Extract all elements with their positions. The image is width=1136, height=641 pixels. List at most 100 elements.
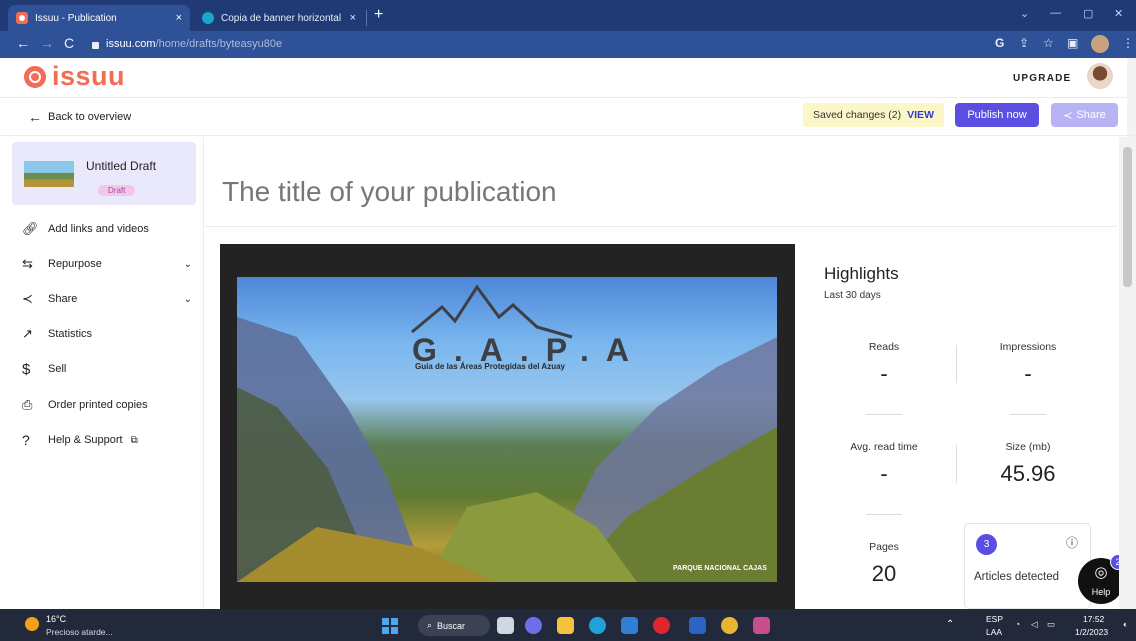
language-primary[interactable]: ESP (986, 614, 1003, 624)
tab-title: Issuu - Publication (35, 12, 117, 24)
browser-tab-strip: Issuu - Publication × Copia de banner ho… (0, 0, 1136, 31)
articles-detected-card[interactable]: 3 ⓘ Articles detected (964, 523, 1091, 609)
logo-text: issuu (52, 61, 126, 91)
mail-icon[interactable] (621, 617, 638, 634)
action-bar: ← Back to overview Saved changes (2) VIE… (0, 98, 1136, 136)
chevron-down-icon[interactable]: ⌄ (184, 259, 192, 270)
repurpose-icon: ⇆ (22, 256, 33, 271)
forward-arrow-icon[interactable]: → (40, 35, 54, 51)
articles-detected-label: Articles detected (974, 571, 1060, 583)
address-bar[interactable]: issuu.com/home/drafts/byteasyu80e (92, 34, 982, 54)
maximize-button[interactable]: ▢ (1083, 7, 1093, 20)
minimize-button[interactable]: — (1050, 7, 1061, 19)
tab-search-icon[interactable]: ⌄ (1020, 7, 1029, 20)
url-host: issuu.com (106, 38, 156, 50)
chevron-down-icon[interactable]: ⌄ (184, 294, 192, 305)
google-icon[interactable]: G (995, 36, 1004, 50)
chrome-icon[interactable] (721, 617, 738, 634)
back-to-overview-link[interactable]: ← Back to overview (28, 109, 131, 125)
cover-subtitle: Guía de las Áreas Protegidas del Azuay (415, 362, 565, 371)
share-page-icon[interactable]: ⇪ (1019, 36, 1029, 50)
task-view-icon[interactable] (497, 617, 514, 634)
canva-favicon-icon (202, 12, 214, 24)
info-icon[interactable]: ⓘ (1066, 534, 1078, 551)
divider (956, 445, 957, 483)
upgrade-link[interactable]: UPGRADE (1013, 73, 1071, 84)
wifi-icon[interactable]: ◔ (1015, 619, 1020, 629)
draft-status-badge: Draft (98, 185, 136, 196)
sidebar-item-add-links[interactable]: 🔗︎ Add links and videos (22, 219, 192, 239)
stat-value: - (880, 361, 888, 386)
sidebar-item-label: Statistics (48, 328, 93, 340)
link-icon: 🔗︎ (22, 221, 39, 236)
tray-chevron-icon[interactable]: ⌃ (946, 619, 954, 630)
issuu-logo-icon (24, 65, 46, 88)
sidebar-item-order-printed[interactable]: ⎙ Order printed copies (22, 395, 192, 415)
issuu-logo[interactable]: issuu (24, 61, 125, 92)
close-tab-icon[interactable]: × (176, 12, 182, 24)
publication-viewer[interactable]: G.A.P.A Guía de las Áreas Protegidas del… (220, 244, 795, 609)
taskbar-search[interactable]: ⌕ Buscar (418, 615, 490, 636)
sidebar-item-sell[interactable]: $ Sell (22, 359, 192, 379)
stat-pages: Pages 20 (824, 541, 944, 587)
sidebar-item-label: Help & Support (48, 434, 123, 446)
weather-icon[interactable] (25, 617, 39, 631)
user-avatar[interactable] (1087, 63, 1113, 89)
app-icon[interactable] (753, 617, 770, 634)
stat-value: 45.96 (1000, 461, 1056, 486)
clock-date[interactable]: 1/2/2023 (1075, 627, 1108, 637)
scrollbar-thumb[interactable] (1123, 147, 1132, 287)
statistics-icon: ↗ (22, 326, 33, 341)
divider (866, 514, 902, 515)
profile-avatar-icon[interactable] (1091, 35, 1109, 53)
share-icon: ≺ (22, 291, 33, 306)
issuu-favicon-icon (16, 12, 28, 24)
clock-time[interactable]: 17:52 (1083, 614, 1104, 624)
volume-icon[interactable]: ◁ (1031, 619, 1038, 630)
tab-issuu-publication[interactable]: Issuu - Publication × (8, 5, 190, 31)
sidebar-item-share[interactable]: ≺ Share ⌄ (22, 289, 192, 309)
share-label: Share (1076, 109, 1106, 121)
draft-card[interactable]: Untitled Draft Draft (12, 142, 196, 205)
arrow-left-icon: ← (28, 109, 42, 125)
publication-title-input[interactable]: The title of your publication (222, 176, 557, 208)
windows-start-icon[interactable] (382, 618, 398, 634)
share-icon: ≺ (1063, 109, 1073, 122)
browser-toolbar: ← → C issuu.com/home/drafts/byteasyu80e … (0, 31, 1136, 58)
sidebar-item-repurpose[interactable]: ⇆ Repurpose ⌄ (22, 254, 192, 274)
opera-icon[interactable] (653, 617, 670, 634)
weather-description: Precioso atarde... (46, 627, 113, 637)
publish-now-button[interactable]: Publish now (955, 103, 1039, 127)
chat-icon[interactable] (525, 617, 542, 634)
battery-icon[interactable]: ▭ (1047, 619, 1055, 630)
saved-changes-notice: Saved changes (2) VIEW (803, 103, 944, 127)
language-secondary[interactable]: LAA (986, 627, 1002, 637)
sidebar-item-statistics[interactable]: ↗ Statistics (22, 324, 192, 344)
tab-canva-banner[interactable]: Copia de banner horizontal prod × (194, 5, 364, 31)
highlights-heading: Highlights (824, 264, 899, 283)
share-button[interactable]: ≺ Share (1051, 103, 1118, 127)
edge-icon[interactable] (589, 617, 606, 634)
page-scrollbar[interactable] (1119, 137, 1136, 609)
new-tab-button[interactable]: + (374, 6, 383, 24)
file-explorer-icon[interactable] (557, 617, 574, 634)
divider (1010, 414, 1046, 415)
stat-value: - (1024, 361, 1032, 386)
side-panel-icon[interactable]: ▣ (1067, 36, 1078, 50)
close-tab-icon[interactable]: × (350, 12, 356, 24)
cover-caption: PARQUE NACIONAL CAJAS (673, 565, 767, 572)
back-arrow-icon[interactable]: ← (16, 35, 30, 51)
stat-value: - (880, 461, 888, 486)
bookmark-star-icon[interactable]: ☆ (1043, 36, 1054, 50)
reload-icon[interactable]: C (64, 35, 74, 51)
sidebar-item-label: Sell (48, 363, 67, 375)
divider (866, 414, 902, 415)
word-icon[interactable] (689, 617, 706, 634)
close-window-button[interactable]: ✕ (1114, 7, 1123, 20)
notifications-icon[interactable]: ◐ (1123, 619, 1128, 629)
sidebar-item-help-support[interactable]: ? Help & Support ⧉ (22, 430, 192, 450)
draft-title: Untitled Draft (86, 159, 157, 173)
view-changes-link[interactable]: VIEW (907, 109, 934, 121)
help-button[interactable]: ◎ Help 2 (1078, 554, 1126, 604)
menu-kebab-icon[interactable]: ⋮ (1122, 36, 1134, 50)
